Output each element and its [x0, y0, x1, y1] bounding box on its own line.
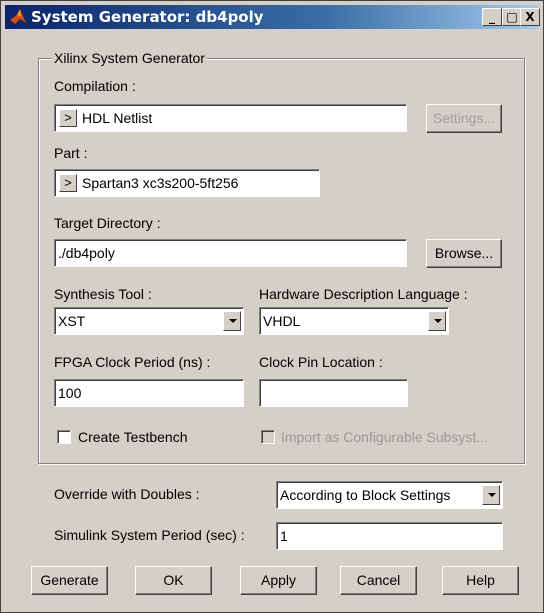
import-subsystem-label[interactable]: Import as Configurable Subsyst... — [281, 428, 488, 446]
synthesis-tool-value: XST — [58, 313, 86, 329]
generate-button[interactable]: Generate — [31, 566, 108, 595]
browse-button[interactable]: Browse... — [426, 239, 502, 268]
group-title: Xilinx System Generator — [52, 49, 207, 67]
chevron-down-icon[interactable] — [223, 311, 241, 331]
target-directory-label: Target Directory : — [54, 215, 161, 231]
override-doubles-select[interactable]: According to Block Settings — [276, 481, 503, 509]
part-popup-button[interactable]: > — [59, 174, 77, 192]
target-directory-input[interactable]: ./db4poly — [54, 239, 407, 267]
clock-pin-label: Clock Pin Location : — [259, 354, 383, 370]
cancel-button[interactable]: Cancel — [340, 566, 417, 595]
compilation-field[interactable]: > HDL Netlist — [54, 104, 407, 132]
window-title: System Generator: db4poly — [31, 8, 264, 26]
create-testbench-checkbox[interactable] — [57, 430, 71, 444]
part-field[interactable]: > Spartan3 xc3s200-5ft256 — [54, 169, 320, 197]
apply-button[interactable]: Apply — [240, 566, 317, 595]
system-generator-window: System Generator: db4poly _ □ X Xilinx S… — [0, 0, 544, 613]
title-bar[interactable]: System Generator: db4poly _ □ X — [5, 5, 540, 29]
minimize-button[interactable]: _ — [482, 8, 502, 26]
chevron-down-icon[interactable] — [428, 311, 446, 331]
settings-button[interactable]: Settings... — [426, 104, 502, 133]
ok-button[interactable]: OK — [135, 566, 212, 595]
maximize-button[interactable]: □ — [502, 8, 522, 26]
compilation-value: HDL Netlist — [82, 110, 153, 126]
part-label: Part : — [54, 145, 88, 161]
sim-period-label: Simulink System Period (sec) : — [54, 527, 245, 543]
hdl-select[interactable]: VHDL — [259, 307, 449, 335]
synthesis-tool-label: Synthesis Tool : — [54, 286, 152, 302]
override-doubles-label: Override with Doubles : — [54, 486, 200, 502]
fpga-clock-input[interactable]: 100 — [54, 379, 244, 407]
close-button[interactable]: X — [520, 8, 540, 26]
help-button[interactable]: Help — [442, 566, 519, 595]
clock-pin-input[interactable] — [259, 379, 408, 407]
import-subsystem-checkbox[interactable] — [261, 430, 275, 444]
override-doubles-value: According to Block Settings — [280, 487, 451, 503]
fpga-clock-label: FPGA Clock Period (ns) : — [54, 354, 211, 370]
sim-period-input[interactable]: 1 — [276, 522, 503, 550]
part-value: Spartan3 xc3s200-5ft256 — [82, 175, 239, 191]
create-testbench-label[interactable]: Create Testbench — [78, 428, 187, 446]
compilation-popup-button[interactable]: > — [59, 109, 77, 127]
matlab-logo-icon — [10, 9, 26, 24]
synthesis-tool-select[interactable]: XST — [54, 307, 244, 335]
hdl-label: Hardware Description Language : — [259, 286, 468, 302]
hdl-value: VHDL — [263, 313, 301, 329]
compilation-label: Compilation : — [54, 78, 136, 94]
chevron-down-icon[interactable] — [482, 485, 500, 505]
